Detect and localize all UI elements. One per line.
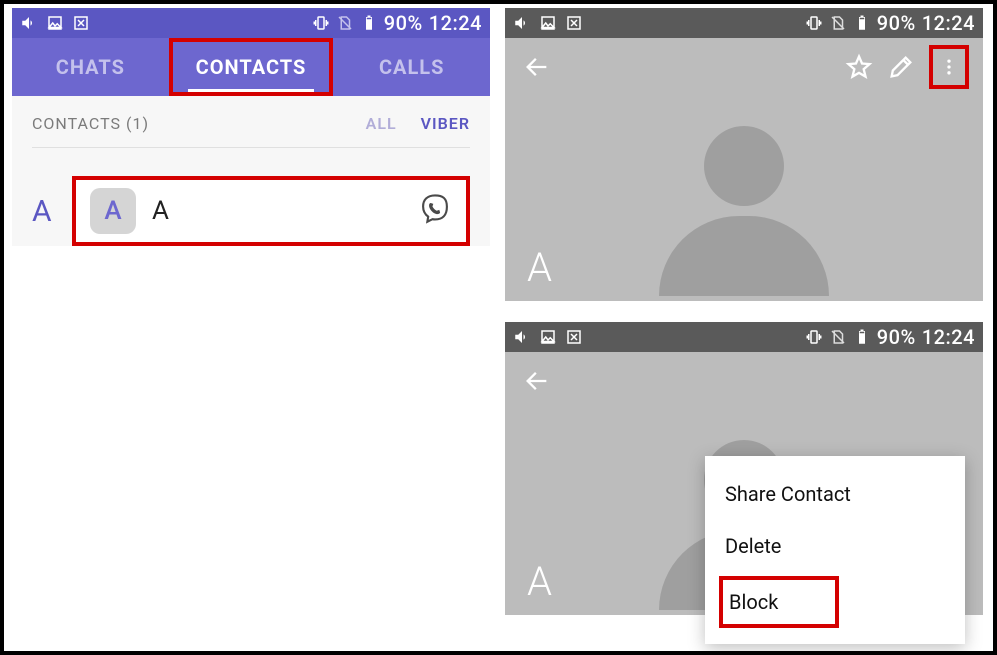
close-box-icon <box>72 14 90 32</box>
viber-call-icon[interactable] <box>418 192 452 230</box>
detail-toolbar <box>505 352 983 410</box>
image-icon <box>539 14 557 32</box>
battery-percent: 90% <box>384 11 423 35</box>
menu-block[interactable]: Block <box>719 576 839 628</box>
panel-contact-detail: 90% 12:24 A <box>505 8 983 301</box>
no-sim-icon <box>336 14 354 32</box>
status-bar: 90% 12:24 <box>505 322 983 352</box>
contact-initial: A <box>527 558 552 605</box>
status-bar: 90% 12:24 <box>12 8 490 38</box>
battery-icon <box>853 328 871 346</box>
panel-contacts-list: 90% 12:24 CHATS CONTACTS CALLS CONTACTS … <box>12 8 490 301</box>
battery-percent: 90% <box>877 325 916 349</box>
battery-icon <box>853 14 871 32</box>
no-sim-icon <box>829 328 847 346</box>
overflow-menu: Share Contact Delete Block <box>705 456 965 644</box>
image-icon <box>539 328 557 346</box>
battery-icon <box>360 14 378 32</box>
tutorial-collage: 90% 12:24 CHATS CONTACTS CALLS CONTACTS … <box>0 0 997 655</box>
edit-icon[interactable] <box>887 53 915 81</box>
contacts-count-label: CONTACTS (1) <box>32 114 149 133</box>
tab-calls[interactable]: CALLS <box>333 38 490 96</box>
contacts-list-area: CONTACTS (1) ALL VIBER A A A <box>12 96 490 246</box>
back-icon[interactable] <box>523 367 551 395</box>
tab-bar: CHATS CONTACTS CALLS <box>12 38 490 96</box>
contact-row[interactable]: A A <box>72 176 470 246</box>
status-bar: 90% 12:24 <box>505 8 983 38</box>
more-menu-button[interactable] <box>929 45 969 89</box>
image-icon <box>46 14 64 32</box>
filter-viber[interactable]: VIBER <box>421 114 470 133</box>
contact-name: A <box>152 196 169 226</box>
clock: 12:24 <box>429 11 482 35</box>
contact-section: A A A <box>32 176 470 246</box>
contact-initial: A <box>527 244 552 291</box>
volume-icon <box>513 328 531 346</box>
vibrate-icon <box>312 14 330 32</box>
clock: 12:24 <box>922 11 975 35</box>
volume-icon <box>20 14 38 32</box>
no-sim-icon <box>829 14 847 32</box>
back-icon[interactable] <box>523 53 551 81</box>
detail-toolbar <box>505 38 983 96</box>
menu-delete[interactable]: Delete <box>705 520 965 572</box>
close-box-icon <box>565 328 583 346</box>
contacts-header: CONTACTS (1) ALL VIBER <box>32 108 470 148</box>
volume-icon <box>513 14 531 32</box>
avatar-placeholder-icon <box>659 126 829 296</box>
clock: 12:24 <box>922 325 975 349</box>
battery-percent: 90% <box>877 11 916 35</box>
avatar: A <box>90 188 136 234</box>
close-box-icon <box>565 14 583 32</box>
vibrate-icon <box>805 14 823 32</box>
contact-hero: A Share Contact Delete Block <box>505 410 983 615</box>
section-letter: A <box>32 194 72 229</box>
contact-hero: A <box>505 96 983 301</box>
tab-contacts[interactable]: CONTACTS <box>169 38 334 96</box>
filter-all[interactable]: ALL <box>366 114 397 133</box>
star-icon[interactable] <box>845 53 873 81</box>
tab-chats[interactable]: CHATS <box>12 38 169 96</box>
panel-contact-menu: 90% 12:24 A Share Contact Delete Block <box>505 322 983 615</box>
vibrate-icon <box>805 328 823 346</box>
menu-share-contact[interactable]: Share Contact <box>705 468 965 520</box>
